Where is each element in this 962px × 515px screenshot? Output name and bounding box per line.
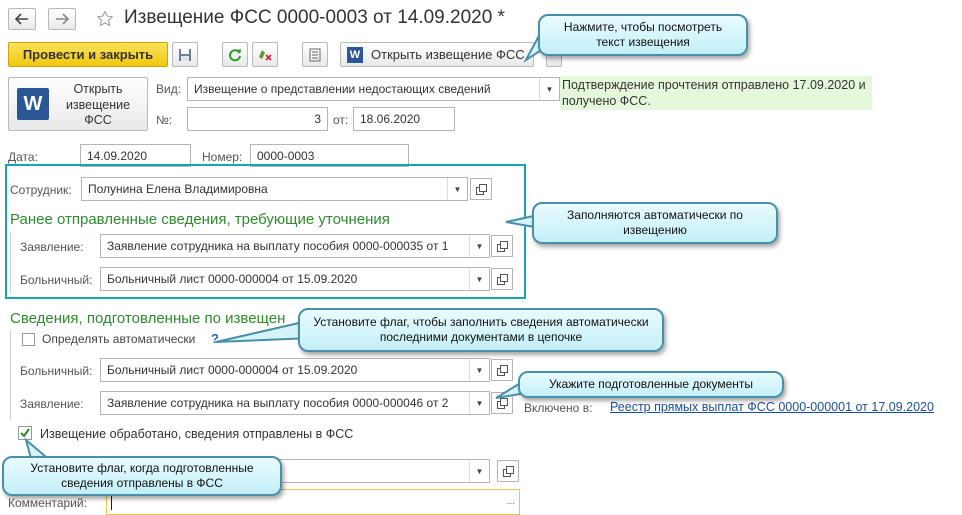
chevron-down-icon[interactable]: ▼ — [469, 392, 489, 414]
doc-number-label: Номер: — [202, 150, 243, 164]
chevron-down-icon[interactable]: ▼ — [469, 359, 489, 381]
payment-registry-link[interactable]: Реестр прямых выплат ФСС 0000-000001 от … — [610, 400, 934, 414]
notice-date-field[interactable]: 18.06.2020 — [353, 107, 455, 131]
open-link-icon — [496, 273, 508, 285]
refresh-icon — [229, 48, 241, 61]
open-notice-line3: ФСС — [84, 113, 112, 127]
open-link-icon — [496, 240, 508, 252]
star-icon — [96, 10, 114, 27]
callout-open-notice: Нажмите, чтобы посмотреть текст извещени… — [538, 14, 748, 56]
auto-determine-label: Определять автоматически — [42, 332, 196, 346]
section-divider — [10, 330, 11, 420]
employee-value: Полунина Елена Владимировна — [88, 182, 268, 196]
status-message: Подтверждение прочтения отправлено 17.09… — [560, 76, 872, 110]
post-and-close-button[interactable]: Провести и закрыть — [8, 42, 168, 67]
arrow-right-icon — [56, 13, 69, 25]
forward-button[interactable] — [48, 8, 76, 30]
section-divider — [10, 232, 11, 294]
sick-leave-label: Больничный: — [20, 273, 93, 287]
open-notice-label: Открыть извещение ФСС — [371, 47, 525, 62]
open-notice-large-button[interactable]: W Открыть извещение ФСС — [8, 77, 148, 131]
text-cursor — [111, 495, 112, 510]
word-document-icon: W — [347, 46, 363, 63]
prepared-statement-value: Заявление сотрудника на выплату пособия … — [107, 396, 449, 410]
statement-label: Заявление: — [20, 397, 84, 411]
open-notice-button[interactable]: W Открыть извещение ФСС — [340, 42, 534, 67]
open-notice-line2: извещение — [65, 97, 131, 112]
type-value: Извещение о представлении недостающих св… — [194, 82, 491, 96]
callout-auto-determine: Установите флаг, чтобы заполнить сведени… — [298, 308, 664, 352]
save-button[interactable] — [172, 42, 198, 67]
open-link-icon — [475, 183, 487, 195]
arrow-left-icon — [15, 13, 28, 25]
chevron-down-icon[interactable]: ▼ — [469, 268, 489, 290]
chevron-down-icon[interactable]: ▼ — [469, 460, 489, 482]
open-previous-statement-button[interactable] — [491, 235, 513, 257]
section-previous-title: Ранее отправленные сведения, требующие у… — [10, 211, 390, 228]
open-employee-button[interactable] — [470, 178, 492, 200]
type-select[interactable]: Извещение о представлении недостающих св… — [187, 77, 560, 101]
statement-label: Заявление: — [20, 240, 84, 254]
list-icon — [309, 48, 321, 61]
date-label: Дата: — [8, 150, 38, 164]
type-label: Вид: — [156, 82, 182, 96]
comment-label: Комментарий: — [8, 496, 87, 510]
word-document-icon: W — [17, 88, 49, 120]
employee-label: Сотрудник: — [10, 183, 72, 197]
open-link-icon — [502, 465, 514, 477]
previous-statement-value: Заявление сотрудника на выплату пособия … — [107, 239, 449, 253]
employee-select[interactable]: Полунина Елена Владимировна ▼ — [81, 177, 468, 201]
page-title: Извещение ФСС 0000-0003 от 14.09.2020 * — [124, 7, 505, 28]
open-notice-line1: Открыть — [73, 82, 123, 96]
callout-auto-filled: Заполняются автоматически по извещению — [532, 202, 778, 244]
previous-statement-select[interactable]: Заявление сотрудника на выплату пособия … — [100, 234, 490, 258]
auto-determine-checkbox[interactable] — [22, 333, 35, 346]
previous-sick-leave-select[interactable]: Больничный лист 0000-000004 от 15.09.202… — [100, 267, 490, 291]
prepared-sick-leave-value: Больничный лист 0000-000004 от 15.09.202… — [107, 363, 358, 377]
callout-specify-documents: Укажите подготовленные документы — [518, 371, 784, 398]
chevron-down-icon[interactable]: ▼ — [469, 235, 489, 257]
more-icon[interactable]: ... — [507, 496, 515, 507]
open-previous-sick-leave-button[interactable] — [491, 268, 513, 290]
notice-processed-label: Извещение обработано, сведения отправлен… — [40, 427, 354, 441]
clear-posting-button[interactable] — [252, 42, 278, 67]
chevron-down-icon[interactable]: ▼ — [539, 78, 559, 100]
favorite-star-button[interactable] — [94, 8, 116, 30]
cancel-posting-icon — [259, 49, 272, 61]
prepared-statement-select[interactable]: Заявление сотрудника на выплату пособия … — [100, 391, 490, 415]
included-in-label: Включено в: — [524, 401, 593, 415]
back-button[interactable] — [8, 8, 36, 30]
open-responsible-button[interactable] — [497, 460, 519, 482]
prepared-sick-leave-select[interactable]: Больничный лист 0000-000004 от 15.09.202… — [100, 358, 490, 382]
notice-number-field[interactable]: 3 — [187, 107, 328, 131]
from-label: от: — [333, 113, 349, 127]
chevron-down-icon[interactable]: ▼ — [447, 178, 467, 200]
previous-sick-leave-value: Больничный лист 0000-000004 от 15.09.202… — [107, 272, 358, 286]
floppy-disk-icon — [179, 48, 191, 61]
document-list-button[interactable] — [302, 42, 328, 67]
sick-leave-label: Больничный: — [20, 364, 93, 378]
refresh-button[interactable] — [222, 42, 248, 67]
number-label: №: — [156, 113, 173, 127]
callout-processed-flag: Установите флаг, когда подготовленные св… — [2, 456, 282, 496]
